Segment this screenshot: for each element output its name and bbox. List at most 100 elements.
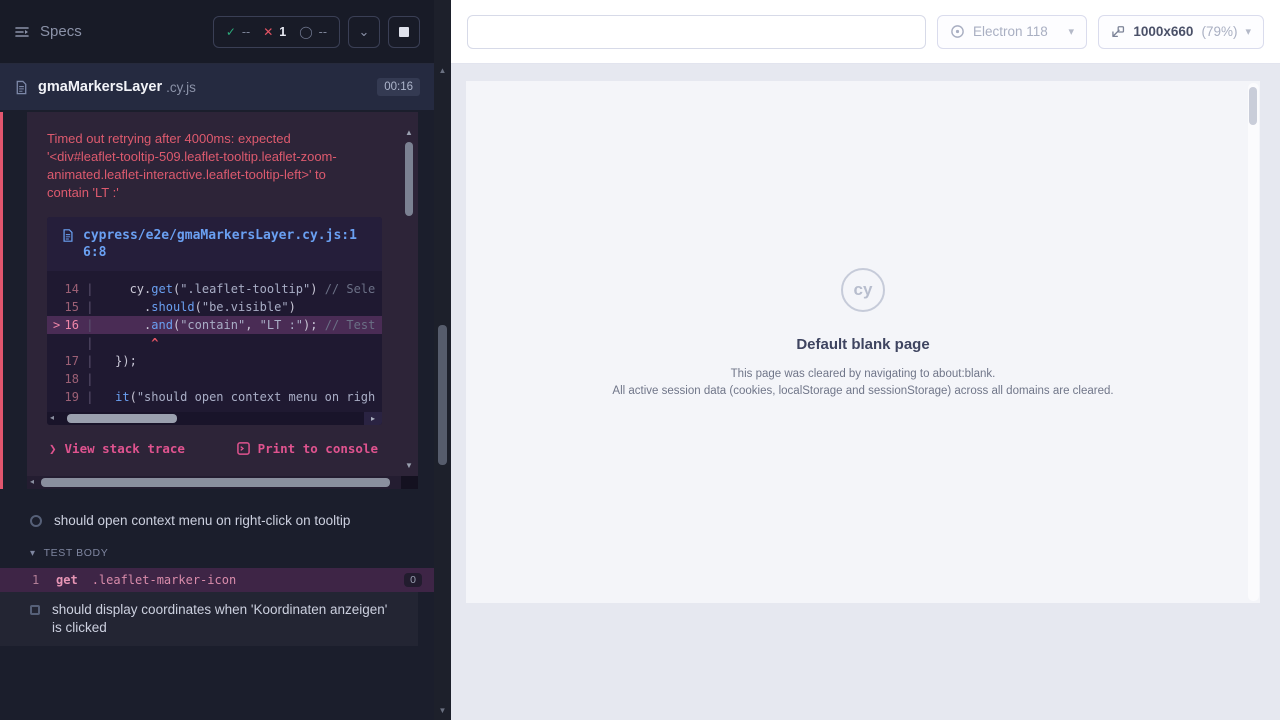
stage: Electron 118 ▾ 1000x660 (79%) ▾ cy D bbox=[451, 0, 1280, 720]
blank-page-message-2: All active session data (cookies, localS… bbox=[612, 383, 1113, 400]
test-list: should open context menu on right-click … bbox=[0, 489, 434, 646]
test-title: should display coordinates when 'Koordin… bbox=[52, 601, 400, 637]
blank-page-message-1: This page was cleared by navigating to a… bbox=[612, 366, 1113, 383]
spec-duration: 00:16 bbox=[377, 78, 420, 96]
scrollbar-corner bbox=[401, 476, 418, 489]
scroll-up-icon[interactable]: ▲ bbox=[434, 66, 451, 75]
spec-name: gmaMarkersLayer bbox=[38, 79, 162, 95]
code-frame-file-link[interactable]: cypress/e2e/gmaMarkersLayer.cy.js:16:8 bbox=[47, 217, 382, 271]
app-root: Specs ✓ -- ✕ 1 ◯ -- bbox=[0, 0, 1280, 720]
test-stats[interactable]: ✓ -- ✕ 1 ◯ -- bbox=[213, 16, 340, 48]
stage-topbar: Electron 118 ▾ 1000x660 (79%) ▾ bbox=[451, 0, 1280, 64]
scroll-up-icon[interactable]: ▲ bbox=[404, 128, 414, 137]
blank-page-title: Default blank page bbox=[612, 336, 1113, 353]
test-queued-icon bbox=[30, 605, 40, 615]
passed-check-icon: ✓ bbox=[226, 25, 236, 39]
scroll-down-icon[interactable]: ▼ bbox=[434, 706, 451, 715]
reporter-toolbar: Specs ✓ -- ✕ 1 ◯ -- bbox=[0, 0, 434, 64]
spec-extension: .cy.js bbox=[166, 80, 196, 95]
failed-attempt: Timed out retrying after 4000ms: expecte… bbox=[0, 112, 434, 489]
specs-menu-icon bbox=[14, 24, 30, 40]
console-icon bbox=[237, 442, 250, 455]
viewport-size: 1000x660 bbox=[1133, 24, 1193, 39]
scroll-right-icon[interactable]: ▸ bbox=[364, 412, 382, 425]
stat-passed: ✓ -- bbox=[226, 25, 250, 39]
view-stack-trace-link[interactable]: ❯ View stack trace bbox=[49, 441, 185, 456]
scroll-down-icon[interactable]: ▼ bbox=[404, 461, 414, 470]
code-line: >16 | .and("contain", "LT :"); // Test bbox=[47, 316, 382, 334]
stop-icon bbox=[399, 27, 409, 37]
code-line: 17 | }); bbox=[47, 352, 382, 370]
print-to-console-label: Print to console bbox=[258, 441, 378, 456]
stack-arrow-icon: ❯ bbox=[49, 441, 57, 456]
spec-file-icon bbox=[14, 80, 29, 95]
cypress-logo-text: cy bbox=[854, 280, 873, 300]
command-number: 1 bbox=[32, 573, 56, 587]
viewport-zoom: (79%) bbox=[1201, 24, 1237, 39]
attempt-horizontal-scrollbar[interactable]: ◂ bbox=[27, 476, 418, 489]
reporter-panel: Specs ✓ -- ✕ 1 ◯ -- bbox=[0, 0, 434, 720]
passed-count: -- bbox=[242, 25, 250, 39]
code-line: 14 | cy.get(".leaflet-tooltip") // Sele bbox=[47, 280, 382, 298]
viewport-select[interactable]: 1000x660 (79%) ▾ bbox=[1098, 15, 1264, 49]
code-line: 19 | it("should open context menu on rig… bbox=[47, 388, 382, 406]
command-log-row[interactable]: 1 get .leaflet-marker-icon 0 bbox=[0, 568, 434, 592]
test-body-label: TEST BODY bbox=[44, 547, 109, 559]
code-line: 18 | bbox=[47, 370, 382, 388]
reporter-scrollbar[interactable]: ▲ ▼ bbox=[434, 0, 451, 720]
aut-iframe: cy Default blank page This page was clea… bbox=[466, 81, 1260, 603]
specs-label: Specs bbox=[40, 23, 82, 40]
chevron-down-icon: ▾ bbox=[1245, 25, 1251, 38]
test-row-queued[interactable]: should display coordinates when 'Koordin… bbox=[0, 592, 418, 646]
test-running-icon bbox=[30, 515, 42, 527]
chevron-down-icon: ⌄ bbox=[359, 24, 370, 40]
toolbar-actions: ✓ -- ✕ 1 ◯ -- ⌄ bbox=[213, 16, 420, 48]
command-count-badge: 0 bbox=[404, 573, 422, 587]
code-frame-title: cypress/e2e/gmaMarkersLayer.cy.js:16:8 bbox=[83, 227, 368, 261]
aut-canvas: cy Default blank page This page was clea… bbox=[451, 64, 1280, 720]
stop-run-button[interactable] bbox=[388, 16, 420, 48]
chevron-down-icon: ▾ bbox=[1068, 25, 1074, 38]
url-input[interactable] bbox=[467, 15, 926, 49]
code-hscroll-thumb[interactable] bbox=[67, 414, 177, 423]
error-vertical-scrollbar[interactable]: ▲ ▼ bbox=[404, 128, 414, 470]
browser-label: Electron 118 bbox=[973, 24, 1048, 39]
specs-menu[interactable]: Specs bbox=[14, 23, 82, 40]
viewport-icon bbox=[1111, 25, 1125, 39]
cypress-logo: cy bbox=[841, 268, 885, 312]
code-line: | ^ bbox=[47, 334, 382, 352]
collapse-all-button[interactable]: ⌄ bbox=[348, 16, 380, 48]
error-vscroll-thumb[interactable] bbox=[405, 142, 413, 216]
reporter-body: Timed out retrying after 4000ms: expecte… bbox=[0, 110, 434, 720]
code-horizontal-scrollbar[interactable]: ◂ ▸ bbox=[47, 412, 382, 425]
code-frame-lines: 14 | cy.get(".leaflet-tooltip") // Sele … bbox=[47, 271, 382, 412]
test-row-running[interactable]: should open context menu on right-click … bbox=[0, 503, 434, 539]
view-stack-trace-label: View stack trace bbox=[65, 441, 185, 456]
scroll-left-icon[interactable]: ◂ bbox=[50, 413, 54, 422]
section-chevron-icon: ▾ bbox=[30, 548, 36, 559]
attempt-hscroll-thumb[interactable] bbox=[41, 478, 390, 487]
error-panel: Timed out retrying after 4000ms: expecte… bbox=[27, 112, 418, 476]
aut-scrollbar[interactable] bbox=[1248, 83, 1259, 601]
command-message: .leaflet-marker-icon bbox=[92, 573, 404, 587]
command-method: get bbox=[56, 573, 78, 587]
error-message: Timed out retrying after 4000ms: expecte… bbox=[47, 130, 359, 202]
scroll-left-icon[interactable]: ◂ bbox=[30, 477, 34, 486]
error-actions: ❯ View stack trace Print to console bbox=[47, 425, 404, 476]
spec-header[interactable]: gmaMarkersLayer .cy.js 00:16 bbox=[0, 64, 434, 110]
code-frame: cypress/e2e/gmaMarkersLayer.cy.js:16:8 1… bbox=[47, 217, 382, 425]
test-body-section[interactable]: ▾ TEST BODY bbox=[0, 539, 434, 568]
test-title: should open context menu on right-click … bbox=[54, 512, 350, 530]
reporter-scroll-thumb[interactable] bbox=[438, 325, 447, 465]
aut-scroll-thumb[interactable] bbox=[1249, 87, 1257, 125]
stat-failed: ✕ 1 bbox=[263, 25, 286, 39]
electron-browser-icon bbox=[950, 24, 965, 39]
stat-pending: ◯ -- bbox=[299, 25, 327, 39]
code-file-icon bbox=[61, 228, 75, 243]
code-line: 15 | .should("be.visible") bbox=[47, 298, 382, 316]
failed-count: 1 bbox=[279, 25, 286, 39]
pending-circle-icon: ◯ bbox=[299, 25, 312, 39]
print-to-console-link[interactable]: Print to console bbox=[237, 441, 378, 456]
blank-page-content: cy Default blank page This page was clea… bbox=[612, 268, 1113, 400]
browser-select[interactable]: Electron 118 ▾ bbox=[937, 15, 1087, 49]
